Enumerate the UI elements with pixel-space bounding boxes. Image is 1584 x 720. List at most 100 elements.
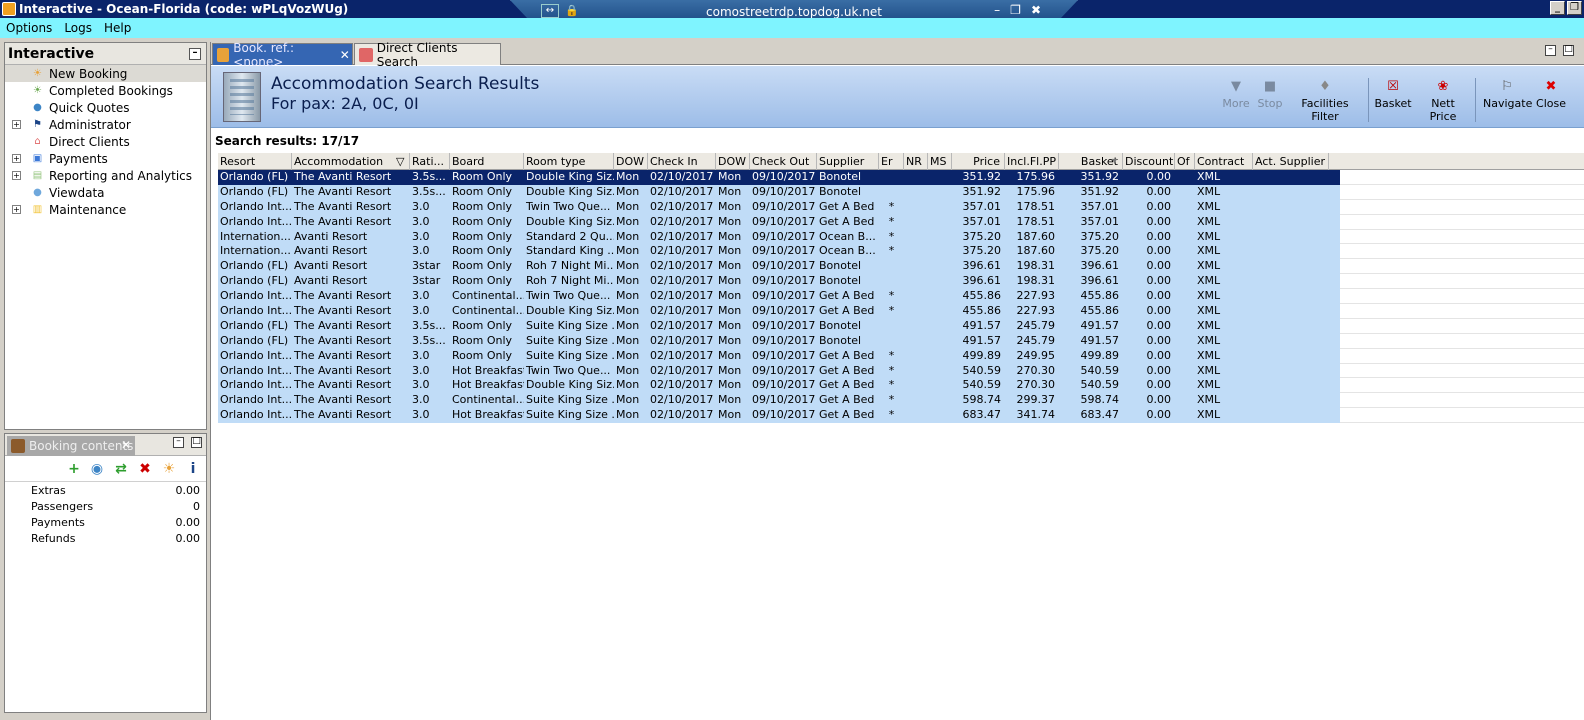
column-header[interactable]: DOW bbox=[716, 153, 750, 171]
filter-icon[interactable]: ▽ bbox=[396, 153, 404, 170]
facilities-filter-button[interactable]: ♦ Facilities Filter bbox=[1289, 80, 1361, 124]
column-header[interactable]: Check In bbox=[648, 153, 716, 171]
table-row[interactable]: Orlando (FL) The Avanti Resort 3.5s... Room… bbox=[218, 318, 1584, 334]
close-tab-icon[interactable]: ✕ bbox=[121, 438, 133, 452]
tab-booking-ref[interactable]: Book. ref.: <none> ✕ bbox=[212, 41, 353, 69]
table-row[interactable]: Internation... Avanti Resort 3.0 Room Only S… bbox=[218, 229, 1584, 245]
table-row[interactable]: Orlando (FL) The Avanti Resort 3.5s... Room… bbox=[218, 170, 1584, 185]
nav-item-maintenance[interactable]: + ▥ Maintenance bbox=[5, 201, 206, 218]
column-header[interactable]: Room type bbox=[524, 153, 614, 171]
table-row[interactable]: Orlando Int... The Avanti Resort 3.0 Room O… bbox=[218, 348, 1584, 364]
table-cell: 178.51 bbox=[1016, 214, 1056, 228]
table-cell: Mon bbox=[718, 244, 742, 258]
nav-item-viewdata[interactable]: ● Viewdata bbox=[5, 184, 206, 201]
table-row[interactable]: Orlando Int... The Avanti Resort 3.0 Hot Br… bbox=[218, 408, 1584, 424]
table-cell: 09/10/2017 bbox=[752, 289, 816, 303]
nav-item-direct-clients[interactable]: ⌂ Direct Clients bbox=[5, 133, 206, 150]
nav-item-reporting-and-analytics[interactable]: + ▤ Reporting and Analytics bbox=[5, 167, 206, 184]
stop-button[interactable]: ■ Stop bbox=[1255, 80, 1285, 111]
table-row[interactable]: Orlando Int... The Avanti Resort 3.0 Hot Br… bbox=[218, 363, 1584, 379]
column-header[interactable]: Act. Supplier bbox=[1253, 153, 1329, 171]
table-cell: Mon bbox=[718, 199, 742, 213]
row-filler bbox=[1340, 289, 1584, 305]
table-cell: Suite King Size ... bbox=[526, 408, 614, 422]
table-row[interactable]: Orlando (FL) Avanti Resort 3star Room Only R… bbox=[218, 274, 1584, 290]
nav-item-administrator[interactable]: + ⚑ Administrator bbox=[5, 116, 206, 133]
more-button[interactable]: ▼ More bbox=[1221, 80, 1251, 111]
row-filler bbox=[1340, 170, 1584, 185]
column-header[interactable]: NR bbox=[904, 153, 928, 171]
column-header[interactable]: Resort bbox=[218, 153, 292, 171]
column-header[interactable]: Board bbox=[450, 153, 524, 171]
globe-icon[interactable]: ◉ bbox=[89, 461, 105, 477]
expand-icon[interactable]: + bbox=[12, 120, 21, 129]
column-header[interactable]: Discount bbox=[1123, 153, 1175, 171]
table-cell: 375.20 bbox=[962, 229, 1002, 243]
column-header[interactable]: Of bbox=[1175, 153, 1195, 171]
table-row[interactable]: Orlando (FL) Avanti Resort 3star Room Only R… bbox=[218, 259, 1584, 275]
column-header[interactable]: Incl.Fl.PP bbox=[1005, 153, 1059, 171]
nav-item-quick-quotes[interactable]: ● Quick Quotes bbox=[5, 99, 206, 116]
monitor-icon: ▣ bbox=[32, 153, 43, 164]
table-cell: 270.30 bbox=[1016, 363, 1056, 377]
navigate-button[interactable]: ⚐ Navigate bbox=[1483, 80, 1532, 111]
minimize-icon[interactable]: _ bbox=[1550, 1, 1565, 15]
table-row[interactable]: Orlando Int... The Avanti Resort 3.0 Room O… bbox=[218, 199, 1584, 215]
nav-item-new-booking[interactable]: ☀ New Booking bbox=[5, 65, 206, 82]
rdp-minimize-icon[interactable]: – bbox=[994, 3, 1000, 17]
restore-icon[interactable]: ❐ bbox=[1567, 1, 1582, 15]
column-header[interactable]: Supplier bbox=[817, 153, 879, 171]
rdp-close-icon[interactable]: ✖ bbox=[1031, 3, 1041, 17]
column-header[interactable]: MS bbox=[928, 153, 952, 171]
price-icon: ❀ bbox=[1437, 79, 1449, 94]
menu-help[interactable]: Help bbox=[98, 21, 137, 35]
table-cell: Mon bbox=[616, 244, 640, 258]
column-header[interactable]: Accommodation bbox=[292, 153, 410, 171]
house-icon: ⌂ bbox=[34, 136, 41, 147]
booking-contents-tab[interactable]: Booking contents ✕ bbox=[7, 436, 135, 456]
table-cell: Mon bbox=[616, 274, 640, 288]
maximize-panel-icon[interactable]: □ bbox=[191, 437, 202, 448]
column-header[interactable]: Contract bbox=[1195, 153, 1253, 171]
menu-options[interactable]: Options bbox=[0, 21, 58, 35]
table-row[interactable]: Orlando Int... The Avanti Resort 3.0 Contin… bbox=[218, 393, 1584, 409]
table-row[interactable]: Orlando Int... The Avanti Resort 3.0 Contin… bbox=[218, 289, 1584, 305]
table-row[interactable]: Internation... Avanti Resort 3.0 Room Only S… bbox=[218, 244, 1584, 260]
minimize-pane-icon[interactable]: – bbox=[1545, 45, 1556, 56]
table-row[interactable]: Orlando Int... The Avanti Resort 3.0 Room O… bbox=[218, 214, 1584, 230]
menu-logs[interactable]: Logs bbox=[58, 21, 98, 35]
table-row[interactable]: Orlando Int... The Avanti Resort 3.0 Contin… bbox=[218, 304, 1584, 319]
table-row[interactable]: Orlando (FL) The Avanti Resort 3.5s... Room… bbox=[218, 333, 1584, 349]
maximize-pane-icon[interactable]: □ bbox=[1563, 45, 1574, 56]
table-row[interactable]: Orlando Int... The Avanti Resort 3.0 Hot Br… bbox=[218, 378, 1584, 394]
add-icon[interactable]: + bbox=[66, 461, 82, 477]
nav-item-payments[interactable]: + ▣ Payments bbox=[5, 150, 206, 167]
row-filler bbox=[1340, 378, 1584, 394]
delete-icon[interactable]: ✖ bbox=[137, 461, 153, 477]
collapse-icon[interactable]: – bbox=[189, 48, 201, 60]
info-icon[interactable]: i bbox=[185, 461, 201, 477]
sort-desc-icon: ▾ bbox=[1112, 156, 1118, 167]
palm-tree-icon[interactable]: ☀ bbox=[161, 461, 177, 477]
close-button[interactable]: ✖ Close bbox=[1536, 80, 1566, 111]
basket-button[interactable]: ☒ Basket bbox=[1374, 80, 1412, 111]
expand-icon[interactable]: + bbox=[12, 205, 21, 214]
nav-item-completed-bookings[interactable]: ☀ Completed Bookings bbox=[5, 82, 206, 99]
close-tab-icon[interactable]: ✕ bbox=[340, 48, 352, 62]
table-cell bbox=[1175, 378, 1195, 393]
transfer-icon[interactable]: ⇄ bbox=[113, 461, 129, 477]
tab-direct-clients-search[interactable]: Direct Clients Search bbox=[354, 41, 501, 69]
expand-icon[interactable]: + bbox=[12, 154, 21, 163]
column-header[interactable]: Rati... bbox=[410, 153, 450, 171]
nett-price-button[interactable]: ❀ Nett Price bbox=[1417, 79, 1469, 124]
table-row[interactable]: Orlando (FL) The Avanti Resort 3.5s... Room… bbox=[218, 184, 1584, 200]
table-cell: Hot Breakfast bbox=[452, 363, 524, 377]
column-header[interactable]: Check Out bbox=[750, 153, 817, 171]
column-header[interactable]: Price bbox=[952, 153, 1005, 171]
column-header[interactable]: DOW bbox=[614, 153, 648, 171]
minimize-panel-icon[interactable]: – bbox=[173, 437, 184, 448]
table-cell: Roh 7 Night Mi... bbox=[526, 274, 614, 288]
expand-icon[interactable]: + bbox=[12, 171, 21, 180]
rdp-restore-icon[interactable]: ❐ bbox=[1010, 3, 1021, 17]
column-header[interactable]: Er bbox=[879, 153, 904, 171]
